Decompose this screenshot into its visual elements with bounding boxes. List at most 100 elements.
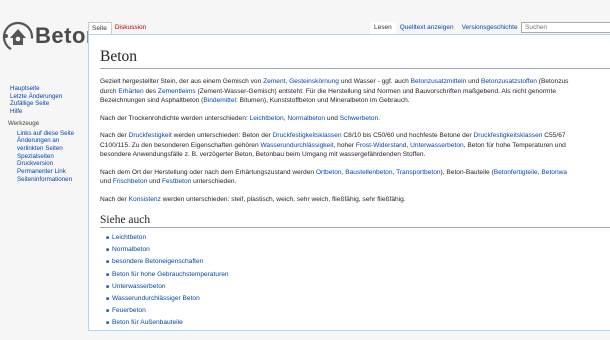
search-input[interactable]: [521, 22, 610, 33]
text: des: [143, 87, 158, 95]
list-item[interactable]: ■ Beton für Außenbauteile: [106, 317, 610, 329]
text: unterschieden.: [191, 178, 237, 185]
list-item[interactable]: ■ Wasserundurchlässiger Beton: [106, 293, 610, 305]
text: ), Beton-Bauteile (: [440, 168, 494, 176]
link-unterwasserbeton[interactable]: Unterwasserbeton: [410, 142, 464, 149]
bullet-icon: ■: [106, 259, 110, 266]
site-logo[interactable]: Beton: [2, 20, 99, 53]
bullet-icon: ■: [106, 308, 110, 315]
sidebar-item-recent-changes[interactable]: Letzte Änderungen: [10, 93, 86, 101]
link-zementleims[interactable]: Zementleims: [158, 88, 196, 95]
house-icon: [2, 21, 34, 53]
sidebar-item-special-pages[interactable]: Spezialseiten: [17, 153, 86, 161]
bullet-icon: ■: [106, 320, 110, 327]
text: C100/115. Zu den besonderen Eigenschafte…: [100, 141, 261, 149]
paragraph-consistency: Nach der Konsistenz werden unterschieden…: [100, 195, 610, 205]
paragraph-intro: Gezielt hergestellter Stein, der aus ein…: [100, 77, 610, 106]
sidebar-item-print-version[interactable]: Druckversion: [17, 160, 86, 168]
link-druckfestigkeitsklassen[interactable]: Druckfestigkeitsklassen: [273, 132, 342, 139]
text: Bezeichnungen sind Asphaltbeton (: [100, 97, 204, 104]
sidebar-item-page-info[interactable]: Seiteninformationen: [17, 176, 86, 184]
list-item-link[interactable]: Leichtbeton: [112, 234, 146, 241]
list-item-link[interactable]: Unterwasserbeton: [112, 283, 166, 290]
link-zement[interactable]: Zement: [263, 78, 285, 85]
text: Nach der: [100, 195, 129, 203]
paragraph-location: Nach dem Ort der Herstellung oder nach d…: [100, 168, 610, 187]
text: und Wasser - ggf. auch: [338, 78, 411, 85]
bullet-icon: ■: [106, 296, 110, 303]
link-schwerbeton[interactable]: Schwerbeton: [340, 115, 379, 122]
text: und: [466, 78, 481, 85]
text: Nach der: [100, 132, 129, 139]
sidebar-item-what-links-here[interactable]: Links auf diese Seite: [17, 130, 86, 138]
text: und: [100, 178, 113, 185]
list-item-link[interactable]: besondere Betoneigenschaften: [112, 258, 203, 265]
link-erhaerten[interactable]: Erhärten: [118, 88, 143, 95]
link-konsistenz[interactable]: Konsistenz: [129, 196, 161, 203]
text: Nach der Trockenrohdichte werden untersc…: [100, 114, 250, 122]
bullet-icon: ■: [106, 235, 110, 241]
text: (Zement-Wasser-Gemisch) entsteht. Für di…: [195, 87, 557, 95]
link-frischbeton[interactable]: Frischbeton: [113, 178, 147, 185]
list-item[interactable]: ■ Leichtbeton: [106, 232, 610, 244]
link-wasserundurchlaessigkeit[interactable]: Wasserundurchlässigkeit: [260, 142, 333, 149]
link-druckfestigkeit[interactable]: Druckfestigkeit: [129, 132, 172, 139]
list-item[interactable]: ■ besondere Betoneigenschaften: [106, 256, 610, 268]
link-frost-widerstand[interactable]: Frost-Widerstand: [356, 142, 407, 149]
sidebar-tools: Links auf diese Seite Änderungen an verli…: [0, 130, 86, 184]
text: C55/67: [542, 132, 566, 139]
related-changes-line2: verlinkten Seiten: [17, 144, 63, 152]
text: Gezielt hergestellter Stein, der aus ein…: [100, 78, 264, 85]
text: C8/10 bis C50/60 und hochfeste Betone de…: [341, 132, 474, 139]
list-item[interactable]: ■ Beton für hohe Gebrauchstemperaturen: [106, 269, 610, 281]
text: .: [378, 114, 381, 122]
list-item-link[interactable]: Wasserundurchlässiger Beton: [112, 295, 200, 302]
list-item[interactable]: ■ Unterwasserbeton: [106, 281, 610, 293]
bullet-icon: ■: [106, 271, 110, 278]
list-item[interactable]: ■ Normalbeton: [106, 244, 610, 256]
sidebar-tools-heading: Werkzeuge: [8, 119, 40, 127]
list-item-link[interactable]: Beton für Außenbauteile: [112, 319, 183, 326]
link-normalbeton[interactable]: Normalbeton: [287, 115, 325, 122]
list-item-link[interactable]: Feuerbeton: [112, 307, 146, 314]
link-festbeton[interactable]: Festbeton: [162, 178, 191, 185]
link-leichtbeton[interactable]: Leichtbeton: [250, 115, 284, 122]
text: besondere Anwendungsfälle z. B. verzöger…: [100, 151, 426, 158]
link-gesteinskoernung[interactable]: Gesteinskörnung: [289, 78, 339, 85]
link-betonwaren[interactable]: Betonwa: [541, 169, 567, 176]
page-title: Beton: [100, 48, 610, 69]
text: : Bitumen), Kunststoffbeton und Mineralb…: [236, 97, 410, 104]
link-baustellenbeton[interactable]: Baustellenbeton: [345, 169, 392, 176]
related-changes-line1: Änderungen an: [17, 137, 60, 145]
tab-history[interactable]: Versionsgeschichte: [458, 22, 522, 34]
bullet-icon: ■: [106, 247, 110, 254]
sidebar-item-related-changes[interactable]: Änderungen an verlinkten Seiten: [17, 137, 86, 152]
link-transportbeton[interactable]: Transportbeton: [396, 169, 440, 176]
list-item-link[interactable]: Normalbeton: [112, 246, 150, 253]
tab-read[interactable]: Lesen: [370, 22, 396, 34]
link-betonzusatzmitteln[interactable]: Betonzusatzmitteln: [411, 78, 467, 85]
tab-view-source[interactable]: Quelltext anzeigen: [396, 22, 458, 34]
link-ortbeton[interactable]: Ortbeton: [316, 169, 342, 176]
link-druckfestigkeitsklassen-2[interactable]: Druckfestigkeitsklassen: [474, 132, 543, 139]
tab-discussion[interactable]: Diskussion: [112, 22, 150, 34]
text: (Betonzus: [536, 78, 569, 85]
link-bindemittel[interactable]: Bindemittel: [203, 97, 236, 104]
sidebar: Hauptseite Letzte Änderungen Zufällige S…: [0, 85, 86, 183]
sidebar-item-permanent-link[interactable]: Permanenter Link: [17, 168, 86, 176]
text: und: [147, 178, 162, 185]
text: durch: [100, 87, 119, 95]
text: werden unterschieden: Beton der: [171, 132, 273, 139]
text: werden unterschieden: steif, plastisch, …: [160, 195, 406, 203]
link-betonzusatzstoffen[interactable]: Betonzusatzstoffen: [481, 78, 537, 85]
text: , hoher: [333, 141, 356, 149]
sidebar-item-help[interactable]: Hilfe: [10, 108, 86, 116]
sidebar-item-random-page[interactable]: Zufällige Seite: [10, 100, 86, 108]
view-tabs: Lesen Quelltext anzeigen Versionsgeschic…: [370, 22, 522, 34]
text: und: [325, 114, 340, 122]
list-item[interactable]: ■ Feuerbeton: [106, 305, 610, 317]
list-item-link[interactable]: Beton für hohe Gebrauchstemperaturen: [112, 271, 229, 278]
link-betonfertigteile[interactable]: Betonfertigteile: [494, 169, 538, 176]
text: , Beton für hohe Temperaturen und: [463, 141, 566, 149]
sidebar-item-hauptseite[interactable]: Hauptseite: [10, 85, 86, 93]
